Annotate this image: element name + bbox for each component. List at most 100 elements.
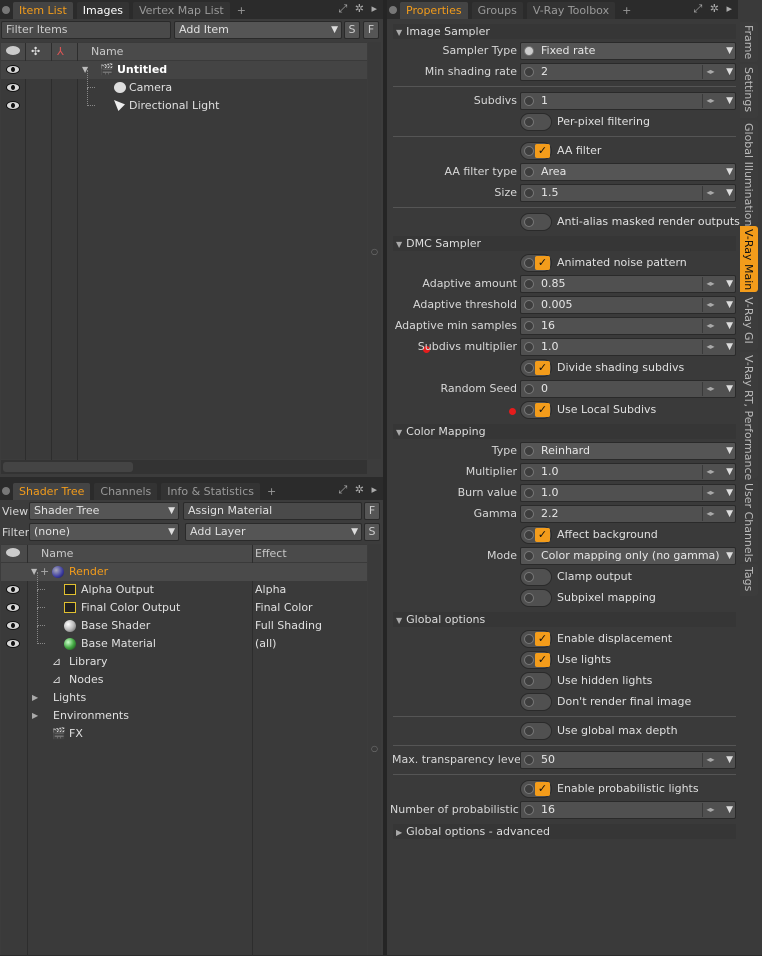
adaptive-min-field[interactable]: 16 ◂▸ ▼: [520, 317, 736, 335]
expand-triangle-icon[interactable]: ▶: [32, 689, 38, 707]
table-row[interactable]: Base Shader Full Shading: [1, 608, 367, 635]
random-seed-field[interactable]: 0 ◂▸ ▼: [520, 380, 736, 398]
table-row[interactable]: Base Material (all): [1, 626, 367, 653]
panel-menu-dot-icon[interactable]: [2, 6, 10, 14]
side-tab-global-illumination[interactable]: Global Illumination: [740, 120, 758, 226]
visibility-eye-icon[interactable]: [6, 46, 20, 55]
add-tab-icon[interactable]: +: [264, 483, 279, 500]
f-button[interactable]: F: [364, 502, 380, 520]
table-row[interactable]: ▶ Environments: [1, 707, 367, 725]
section-dmc-sampler[interactable]: ▼ DMC Sampler: [393, 236, 736, 251]
clamp-output-checkbox[interactable]: [520, 568, 552, 586]
table-row[interactable]: ⊿ Library: [1, 653, 367, 671]
spinner-icon[interactable]: ◂▸: [702, 486, 718, 500]
f-button[interactable]: F: [363, 21, 379, 39]
list-item[interactable]: Camera: [1, 70, 367, 97]
use-local-subdivs-checkbox[interactable]: ✓: [520, 401, 552, 419]
item-list-hscrollbar[interactable]: [1, 460, 367, 474]
s-button[interactable]: S: [364, 523, 380, 541]
panel-menu-dot-icon[interactable]: [2, 487, 10, 495]
tab-groups[interactable]: Groups: [471, 2, 523, 19]
add-tab-icon[interactable]: +: [234, 2, 249, 19]
add-tab-icon[interactable]: +: [619, 2, 634, 19]
add-item-dropdown[interactable]: Add Item ▼: [174, 21, 342, 39]
spinner-icon[interactable]: ◂▸: [702, 94, 718, 108]
max-transparency-field[interactable]: 50 ◂▸ ▼: [520, 751, 736, 769]
table-row[interactable]: ▶ Lights: [1, 689, 367, 707]
panel-tools-icon[interactable]: ⤢ ✲ ▸: [338, 2, 379, 16]
subdivs-multiplier-field[interactable]: 1.0 ◂▸ ▼: [520, 338, 736, 356]
tab-channels[interactable]: Channels: [94, 483, 158, 500]
render-toggle-icon[interactable]: ✣: [31, 43, 40, 60]
panel-tools-icon[interactable]: ⤢ ✲ ▸: [338, 483, 379, 497]
spinner-icon[interactable]: ◂▸: [702, 298, 718, 312]
tab-item-list[interactable]: Item List: [13, 2, 73, 19]
list-item[interactable]: ▼ 🎬 Untitled: [1, 61, 367, 79]
use-global-max-depth-checkbox[interactable]: [520, 722, 552, 740]
table-row[interactable]: ⊿ Nodes: [1, 671, 367, 689]
visibility-eye-icon[interactable]: [6, 639, 20, 648]
animated-noise-checkbox[interactable]: ✓: [520, 254, 552, 272]
use-hidden-lights-checkbox[interactable]: [520, 672, 552, 690]
anti-alias-masked-checkbox[interactable]: [520, 213, 552, 231]
side-tab-vray-gi[interactable]: V-Ray GI: [740, 294, 758, 350]
aa-filter-type-dropdown[interactable]: Area ▼: [520, 163, 736, 181]
sampler-type-dropdown[interactable]: Fixed rate ▼: [520, 42, 736, 60]
type-dropdown[interactable]: Reinhard ▼: [520, 442, 736, 460]
side-tab-frame[interactable]: Frame: [740, 22, 758, 62]
dont-render-checkbox[interactable]: [520, 693, 552, 711]
visibility-eye-icon[interactable]: [6, 621, 20, 630]
expand-triangle-icon[interactable]: ▶: [32, 707, 38, 725]
enable-probabilistic-checkbox[interactable]: ✓: [520, 780, 552, 798]
s-button[interactable]: S: [344, 21, 360, 39]
side-tab-user-channels[interactable]: User Channels: [740, 480, 758, 562]
section-global-options-advanced[interactable]: ▶ Global options - advanced: [393, 824, 736, 839]
section-image-sampler[interactable]: ▼ Image Sampler: [393, 24, 736, 39]
side-tab-vray-main[interactable]: V-Ray Main: [740, 226, 758, 292]
assign-material-button[interactable]: Assign Material: [183, 502, 362, 520]
section-global-options[interactable]: ▼ Global options: [393, 612, 736, 627]
scroll-thumb[interactable]: [3, 462, 133, 472]
size-field[interactable]: 1.5 ◂▸ ▼: [520, 184, 736, 202]
section-color-mapping[interactable]: ▼ Color Mapping: [393, 424, 736, 439]
item-list-vscrollbar[interactable]: ○: [368, 42, 381, 459]
adaptive-amount-field[interactable]: 0.85 ◂▸ ▼: [520, 275, 736, 293]
side-tab-vray-rt-performance[interactable]: V-Ray RT, Performance: [740, 352, 758, 480]
subpixel-mapping-checkbox[interactable]: [520, 589, 552, 607]
aa-filter-checkbox[interactable]: ✓: [520, 142, 552, 160]
spinner-icon[interactable]: ◂▸: [702, 340, 718, 354]
add-layer-dropdown[interactable]: Add Layer ▼: [185, 523, 362, 541]
mode-dropdown[interactable]: Color mapping only (no gamma) ▼: [520, 547, 736, 565]
visibility-eye-icon[interactable]: [6, 65, 20, 74]
adaptive-threshold-field[interactable]: 0.005 ◂▸ ▼: [520, 296, 736, 314]
table-row[interactable]: ▼ + Render: [1, 563, 367, 581]
enable-displacement-checkbox[interactable]: ✓: [520, 630, 552, 648]
tab-vray-toolbox[interactable]: V-Ray Toolbox: [526, 2, 616, 19]
list-item[interactable]: Directional Light: [1, 88, 367, 115]
use-lights-checkbox[interactable]: ✓: [520, 651, 552, 669]
tab-images[interactable]: Images: [76, 2, 129, 19]
spinner-icon[interactable]: ◂▸: [702, 277, 718, 291]
panel-tools-icon[interactable]: ⤢ ✲ ▸: [693, 2, 734, 16]
spinner-icon[interactable]: ◂▸: [702, 753, 718, 767]
side-tab-tags[interactable]: Tags: [740, 564, 758, 596]
visibility-eye-icon[interactable]: [6, 585, 20, 594]
spinner-icon[interactable]: ◂▸: [702, 319, 718, 333]
subdivs-field[interactable]: 1 ◂▸ ▼: [520, 92, 736, 110]
visibility-eye-icon[interactable]: [6, 101, 20, 110]
table-row[interactable]: Alpha Output Alpha: [1, 572, 367, 599]
filter-dropdown[interactable]: (none) ▼: [29, 523, 179, 541]
panel-menu-dot-icon[interactable]: [389, 6, 397, 14]
spinner-icon[interactable]: ◂▸: [702, 65, 718, 79]
table-row[interactable]: Final Color Output Final Color: [1, 590, 367, 617]
gamma-field[interactable]: 2.2 ◂▸ ▼: [520, 505, 736, 523]
visibility-eye-icon[interactable]: [6, 83, 20, 92]
spinner-icon[interactable]: ◂▸: [702, 186, 718, 200]
shader-tree-vscrollbar[interactable]: ○: [368, 544, 381, 955]
lock-icon[interactable]: ⅄: [57, 43, 64, 60]
table-row[interactable]: 🎬 FX: [1, 725, 367, 743]
num-probabilistic-field[interactable]: 16 ◂▸ ▼: [520, 801, 736, 819]
spinner-icon[interactable]: ◂▸: [702, 465, 718, 479]
visibility-eye-icon[interactable]: [6, 548, 20, 557]
spinner-icon[interactable]: ◂▸: [702, 803, 718, 817]
